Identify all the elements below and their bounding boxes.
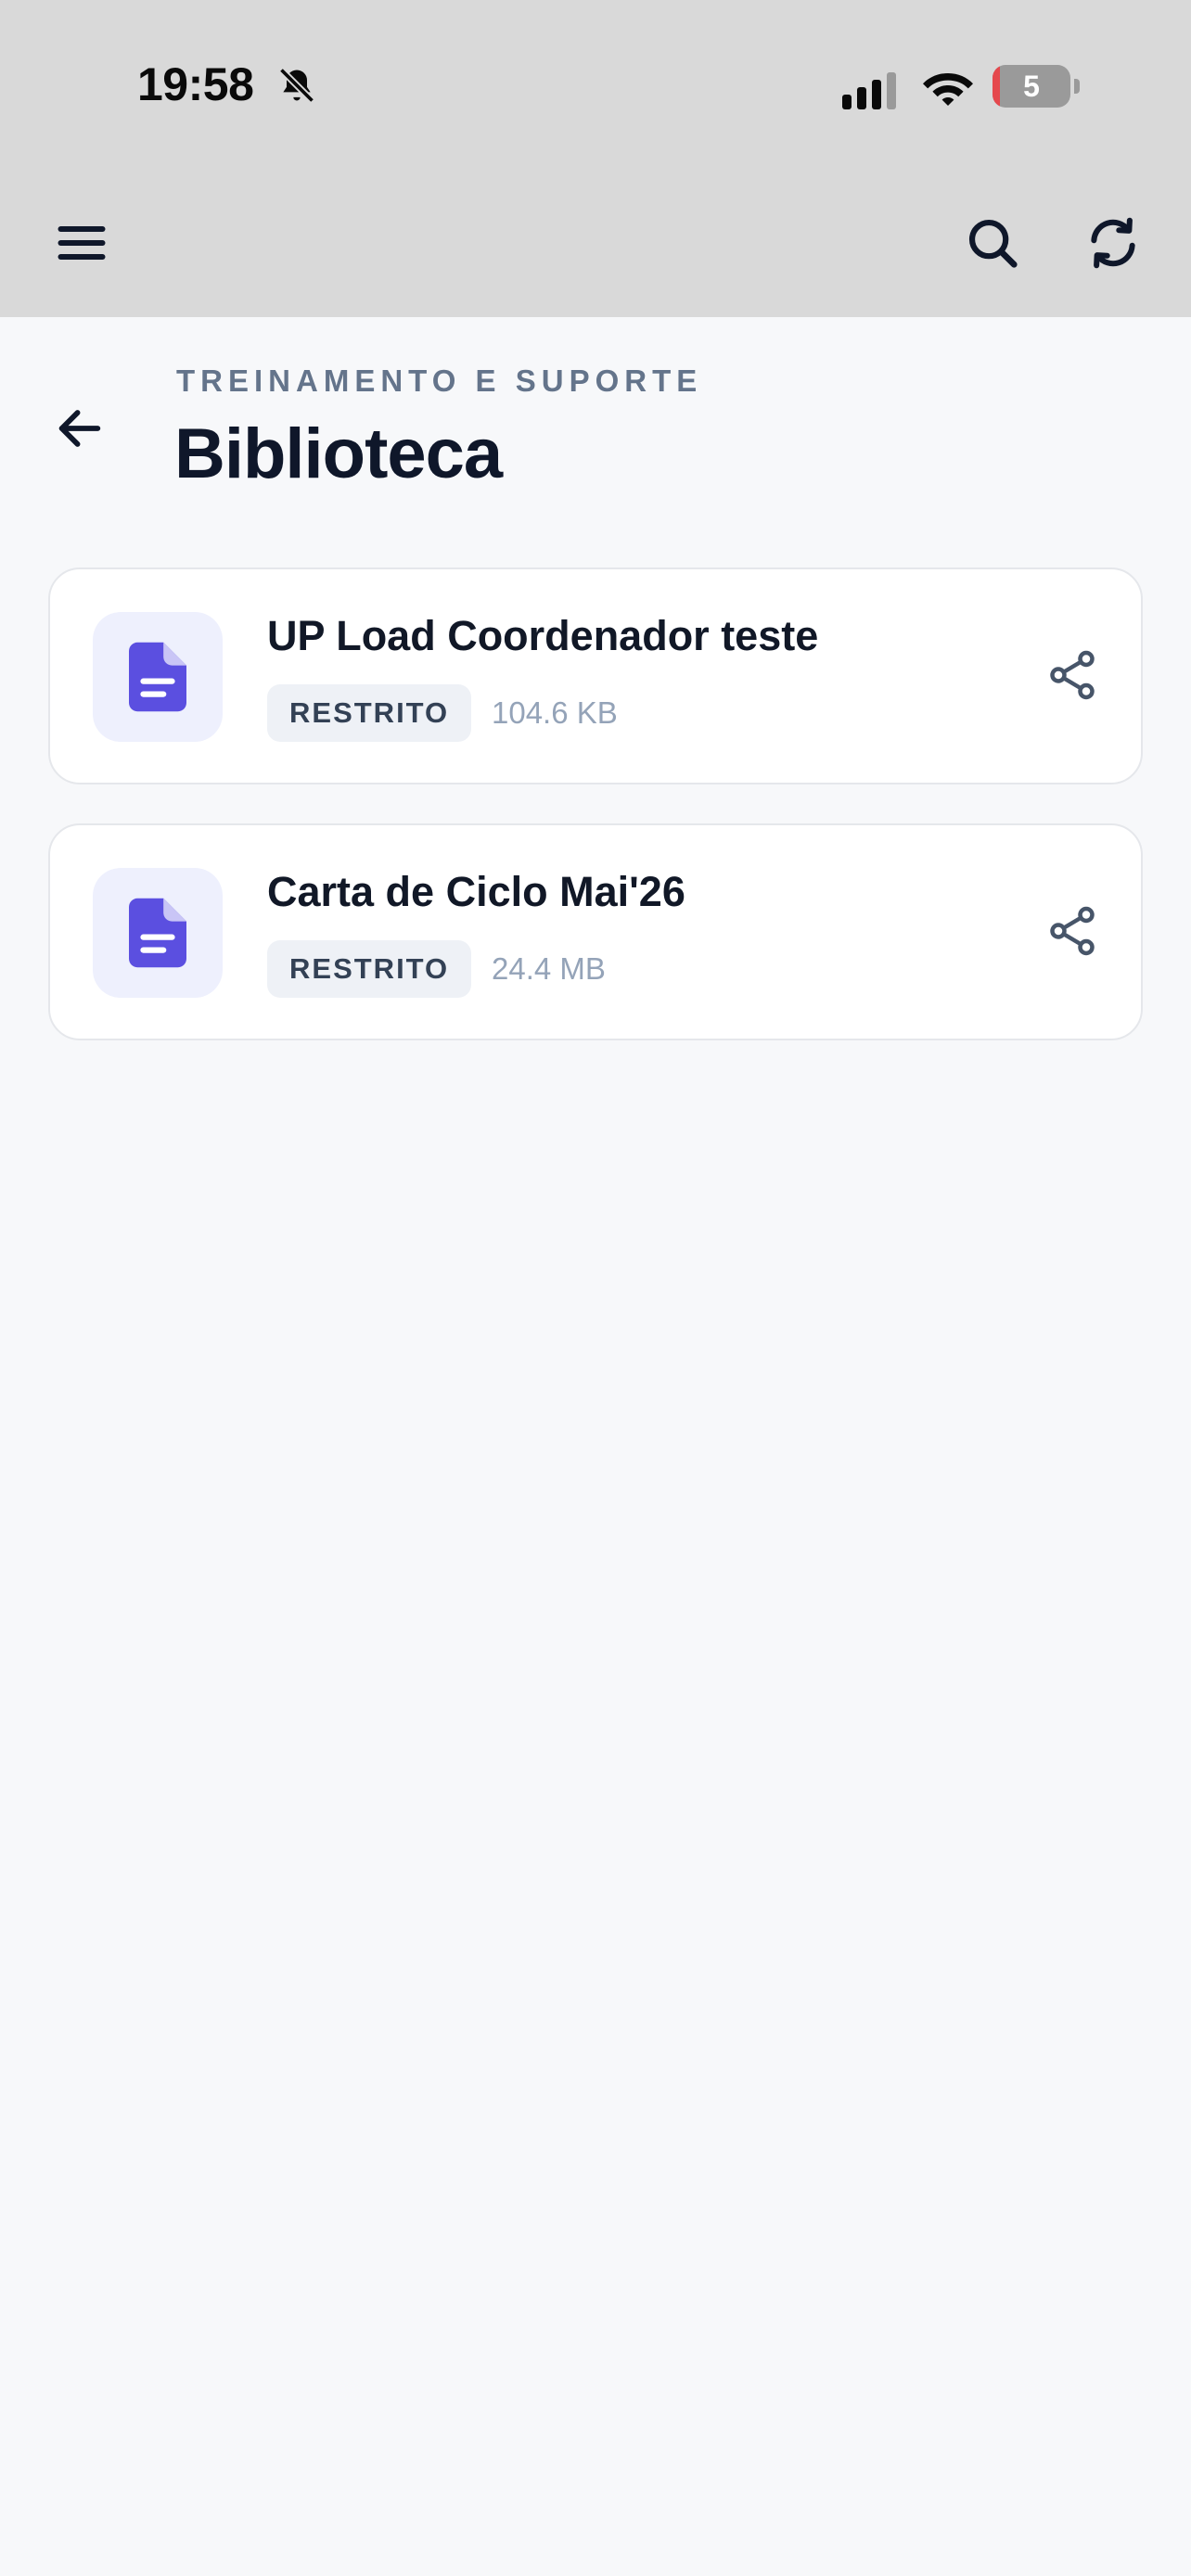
- section-eyebrow: TREINAMENTO E SUPORTE: [176, 363, 703, 398]
- menu-icon: [58, 226, 106, 260]
- access-badge: RESTRITO: [267, 940, 472, 998]
- battery-percentage: 5: [1023, 70, 1040, 103]
- refresh-button[interactable]: [1074, 204, 1152, 282]
- file-card[interactable]: UP Load Coordenador teste RESTRITO 104.6…: [48, 567, 1143, 784]
- search-button[interactable]: [954, 204, 1031, 282]
- share-icon: [1050, 906, 1095, 956]
- access-badge: RESTRITO: [267, 684, 472, 742]
- file-size: 24.4 MB: [492, 951, 606, 986]
- refresh-icon: [1091, 217, 1135, 269]
- menu-button[interactable]: [43, 204, 121, 282]
- arrow-left-icon: [58, 410, 101, 447]
- share-button[interactable]: [1033, 636, 1111, 714]
- document-icon: [129, 642, 186, 712]
- status-bar: 19:58 5: [0, 0, 1191, 176]
- wifi-icon: [923, 73, 973, 106]
- page-title: Biblioteca: [174, 414, 503, 493]
- document-icon: [129, 898, 186, 968]
- status-time: 19:58: [137, 58, 254, 110]
- cellular-signal-icon: [842, 72, 896, 109]
- file-size: 104.6 KB: [492, 695, 618, 730]
- back-button[interactable]: [41, 389, 119, 467]
- file-name: UP Load Coordenador teste: [267, 612, 819, 659]
- search-icon: [968, 219, 1018, 268]
- file-icon-container: [93, 868, 223, 998]
- top-app-bar: 19:58 5: [0, 0, 1191, 317]
- file-icon-container: [93, 612, 223, 742]
- share-icon: [1050, 650, 1095, 700]
- file-name: Carta de Ciclo Mai'26: [267, 868, 685, 915]
- battery-nub: [1074, 79, 1080, 94]
- file-card[interactable]: Carta de Ciclo Mai'26 RESTRITO 24.4 MB: [48, 823, 1143, 1040]
- battery-body: 5: [992, 65, 1070, 108]
- bell-slash-icon: [278, 67, 315, 104]
- battery-indicator: 5: [992, 65, 1082, 108]
- share-button[interactable]: [1033, 892, 1111, 970]
